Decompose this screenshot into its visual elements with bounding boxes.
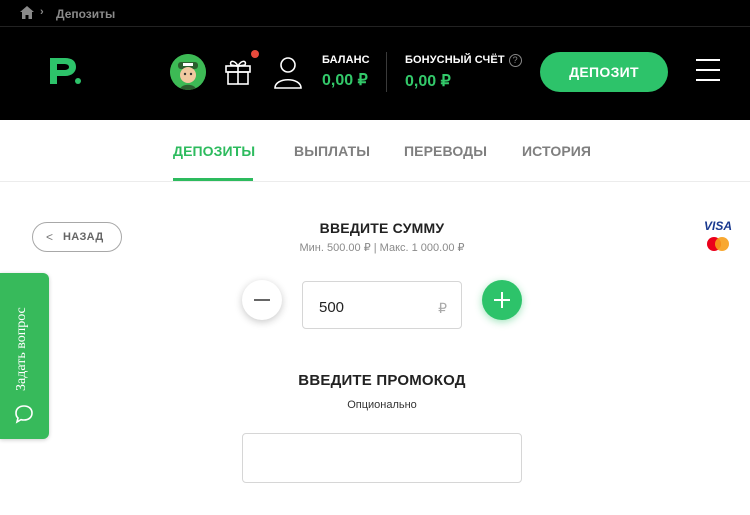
tab-deposits[interactable]: ДЕПОЗИТЫ (173, 143, 255, 159)
mastercard-icon (707, 237, 729, 251)
menu-icon[interactable] (696, 59, 720, 83)
balance-block: БАЛАНС 0,00 ₽ (322, 54, 370, 90)
help-icon[interactable]: ? (508, 54, 522, 67)
avatar[interactable] (170, 54, 206, 90)
chevron-left-icon: < (46, 230, 54, 244)
amount-currency: ₽ (438, 300, 447, 316)
home-icon[interactable] (20, 6, 34, 19)
bonus-block: БОНУСНЫЙ СЧЁТ? 0,00 ₽ (405, 54, 522, 91)
ask-question-tab[interactable]: Задать вопрос (0, 273, 49, 439)
tab-transfers[interactable]: ПЕРЕВОДЫ (404, 143, 487, 159)
amount-title: ВВЕДИТЕ СУММУ (319, 220, 445, 236)
deposit-button[interactable]: ДЕПОЗИТ (540, 52, 668, 92)
tab-bar: ДЕПОЗИТЫ ВЫПЛАТЫ ПЕРЕВОДЫ ИСТОРИЯ (0, 120, 750, 182)
minus-icon (254, 299, 270, 301)
notification-badge (251, 50, 259, 58)
visa-logo: VISA (703, 219, 732, 233)
payment-methods: VISA (698, 219, 738, 251)
breadcrumb: › Депозиты (0, 0, 750, 27)
back-button[interactable]: < НАЗАД (32, 222, 122, 252)
site-header: БАЛАНС 0,00 ₽ БОНУСНЫЙ СЧЁТ? 0,00 ₽ ДЕПО… (0, 27, 750, 120)
balance-value: 0,00 ₽ (322, 72, 368, 89)
decrease-amount-button[interactable] (242, 280, 282, 320)
chat-icon (15, 405, 33, 424)
amount-input[interactable]: 500 ₽ (302, 281, 462, 329)
promo-subtitle: Опционально (347, 399, 417, 411)
gift-icon[interactable] (222, 55, 254, 87)
chevron-right-icon: › (40, 6, 44, 18)
amount-limits: Мин. 500.00 ₽ | Макс. 1 000.00 ₽ (299, 242, 465, 254)
bonus-value: 0,00 ₽ (405, 73, 451, 90)
balance-label: БАЛАНС (322, 54, 370, 66)
header-divider (386, 52, 387, 92)
bonus-label: БОНУСНЫЙ СЧЁТ? (405, 54, 522, 67)
avatar-icon (170, 54, 206, 90)
ask-question-label: Задать вопрос (14, 307, 29, 391)
amount-value: 500 (319, 299, 345, 316)
promo-title: ВВЕДИТЕ ПРОМОКОД (298, 372, 466, 389)
active-tab-indicator (173, 178, 253, 181)
back-button-label: НАЗАД (63, 231, 104, 243)
breadcrumb-current: Депозиты (56, 7, 116, 21)
promo-input[interactable] (242, 433, 522, 483)
tab-history[interactable]: ИСТОРИЯ (522, 143, 591, 159)
user-icon[interactable] (272, 55, 304, 89)
increase-amount-button[interactable] (482, 280, 522, 320)
logo-icon[interactable] (48, 56, 82, 86)
tab-withdrawals[interactable]: ВЫПЛАТЫ (294, 143, 370, 159)
